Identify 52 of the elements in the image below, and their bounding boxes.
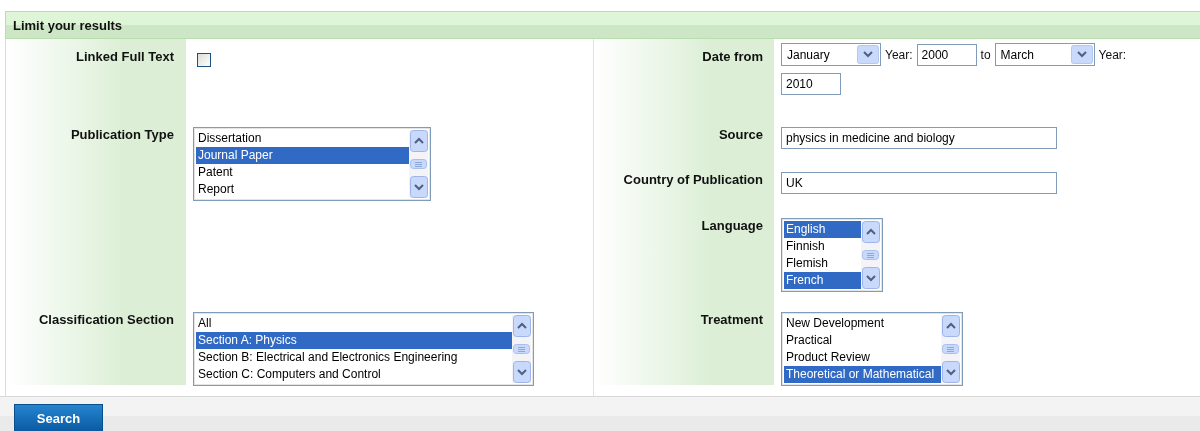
scroll-thumb-icon[interactable] <box>513 344 530 354</box>
scroll-up-icon[interactable] <box>861 221 880 243</box>
list-option[interactable]: Flemish <box>784 255 861 272</box>
year-field[interactable]: 2010 <box>781 73 841 95</box>
list-box[interactable]: English Finnish Flemish French <box>781 218 883 292</box>
date-text: Year: <box>885 47 913 62</box>
scroll-up-icon[interactable] <box>941 315 960 337</box>
scroll-thumb-icon[interactable] <box>862 250 879 260</box>
list-option[interactable]: Dissertation <box>196 130 409 147</box>
panel-title: Limit your results <box>13 17 123 33</box>
scroll-up-icon[interactable] <box>409 130 428 152</box>
scroll-up-icon[interactable] <box>512 315 531 337</box>
list-option[interactable]: Section B: Electrical and Electronics Engineering <box>196 349 512 366</box>
list-option[interactable]: Section A: Physics <box>196 332 512 349</box>
field-label: Date from <box>702 49 763 64</box>
checkbox[interactable] <box>197 53 211 67</box>
list-box[interactable]: New Development Practical Product Review Theoretical or Mathematical <box>781 312 963 386</box>
scroll-down-icon[interactable] <box>941 361 960 383</box>
list-option[interactable]: Journal Paper <box>196 147 409 164</box>
list-option[interactable]: New Development <box>784 315 941 332</box>
scroll-thumb-icon[interactable] <box>942 344 959 354</box>
month-dropdown[interactable]: January <box>781 43 881 66</box>
list-option[interactable]: Patent <box>196 164 409 181</box>
list-option[interactable]: Product Review <box>784 349 941 366</box>
field-label: Linked Full Text <box>76 49 174 64</box>
list-box[interactable]: All Section A: Physics Section B: Electrical and Electronics Engineering Section C: Computers and Control <box>193 312 534 386</box>
date-text: to <box>980 47 991 62</box>
scroll-thumb-icon[interactable] <box>410 159 427 169</box>
field-label: Country of Publication <box>623 172 763 187</box>
list-box[interactable]: Dissertation Journal Paper Patent Report <box>193 127 431 201</box>
list-option[interactable]: Finnish <box>784 238 861 255</box>
field-label: Treatment <box>700 312 763 327</box>
field-label: Classification Section <box>38 312 174 327</box>
year-field[interactable]: 2000 <box>916 43 977 66</box>
scroll-down-icon[interactable] <box>409 176 428 198</box>
scroll-down-icon[interactable] <box>861 267 880 289</box>
list-option[interactable]: Theoretical or Mathematical <box>784 366 941 383</box>
scroll-down-icon[interactable] <box>512 361 531 383</box>
search-button[interactable]: Search <box>14 404 103 431</box>
field-label: Publication Type <box>70 127 174 142</box>
list-option[interactable]: Section C: Computers and Control <box>196 366 512 383</box>
list-option[interactable]: Report <box>196 181 409 198</box>
field-label: Language <box>701 218 763 233</box>
list-option[interactable]: French <box>784 272 861 289</box>
list-option[interactable]: English <box>784 221 861 238</box>
field-label: Source <box>718 127 763 142</box>
text-field[interactable]: physics in medicine and biology <box>781 127 1057 149</box>
date-text: Year: <box>1098 47 1127 62</box>
month-dropdown[interactable]: March <box>994 43 1095 66</box>
text-field[interactable]: UK <box>781 172 1057 194</box>
list-option[interactable]: All <box>196 315 512 332</box>
list-option[interactable]: Practical <box>784 332 941 349</box>
